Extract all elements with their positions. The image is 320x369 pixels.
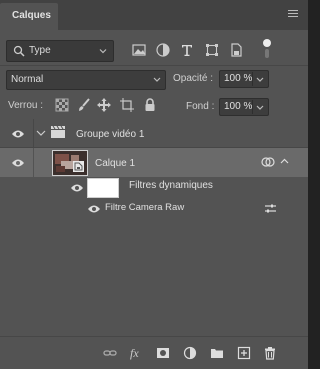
lock-all-icon[interactable] [143,98,157,112]
panel-menu-icon[interactable] [288,10,298,18]
smart-object-badge-icon [73,161,84,172]
opacity-input[interactable]: 100 % [219,70,269,88]
filter-toggle-icon[interactable] [258,38,276,60]
fill-value: 100 % [224,101,253,112]
chevron-down-icon[interactable] [36,129,46,137]
chevron-down-icon [153,77,161,82]
smart-object-filter-icon[interactable] [228,42,244,58]
lock-artboard-icon[interactable] [120,98,134,112]
link-layers-icon[interactable] [103,346,117,360]
layer-row-calque-1[interactable]: Calque 1 [0,148,308,177]
smart-filters-badge-icon[interactable] [261,156,275,168]
blend-mode-value: Normal [11,74,44,85]
layer-name: Calque 1 [95,158,136,169]
delete-layer-trash-icon[interactable] [263,346,277,360]
chevron-down-icon[interactable] [255,104,265,112]
add-layer-mask-icon[interactable] [156,346,170,360]
new-adjustment-layer-icon[interactable] [183,346,197,360]
adjustment-filter-icon[interactable] [155,42,171,58]
fill-label: Fond : [186,101,215,112]
visibility-eye-icon[interactable] [70,183,84,193]
image-filter-icon[interactable] [131,42,147,58]
filter-blending-options-icon[interactable] [264,203,277,214]
chevron-down-icon[interactable] [255,76,265,84]
new-layer-icon[interactable] [237,346,251,360]
chevron-up-icon[interactable] [280,158,289,165]
visibility-eye-icon[interactable] [87,204,101,214]
type-filter-icon[interactable] [179,42,195,58]
layer-name: Groupe vidéo 1 [76,129,145,140]
search-icon [13,45,25,57]
camera-raw-filter-label: Filtre Camera Raw [105,202,185,213]
layer-row-group[interactable]: Groupe vidéo 1 [0,119,308,148]
chevron-down-icon [99,49,107,54]
filter-kind-label: Type [29,45,51,56]
filter-kind-select[interactable]: Type [6,40,114,62]
video-group-icon [51,125,65,138]
layers-bottom-toolbar: fx [0,336,308,369]
lock-image-pixels-brush-icon[interactable] [77,98,91,112]
divider [0,65,308,66]
visibility-eye-icon[interactable] [11,129,25,139]
layers-panel: Calques Type Normal Opacité : 100 % Verr… [0,0,308,369]
panel-tab-bar: Calques [0,0,308,30]
layer-style-fx-icon[interactable]: fx [129,346,145,360]
layer-row-smart-filters[interactable]: Filtres dynamiques [0,177,308,199]
shape-filter-icon[interactable] [204,42,220,58]
lock-transparent-pixels-icon[interactable] [55,98,69,112]
svg-text:fx: fx [130,346,139,360]
opacity-value: 100 % [224,73,253,84]
new-group-folder-icon[interactable] [210,346,224,360]
lock-label: Verrou : [8,100,44,111]
tab-calques[interactable]: Calques [0,3,58,30]
filter-mask-thumbnail[interactable] [87,178,119,198]
lock-position-move-icon[interactable] [97,98,111,112]
visibility-eye-icon[interactable] [11,158,25,168]
fill-input[interactable]: 100 % [219,98,269,116]
smart-filters-label: Filtres dynamiques [129,180,213,191]
blend-mode-select[interactable]: Normal [6,70,166,90]
opacity-label: Opacité : [173,73,214,84]
layers-list: Groupe vidéo 1 Calque 1 Filtres dynamiqu… [0,119,308,337]
layer-row-camera-raw-filter[interactable]: Filtre Camera Raw [0,199,308,217]
